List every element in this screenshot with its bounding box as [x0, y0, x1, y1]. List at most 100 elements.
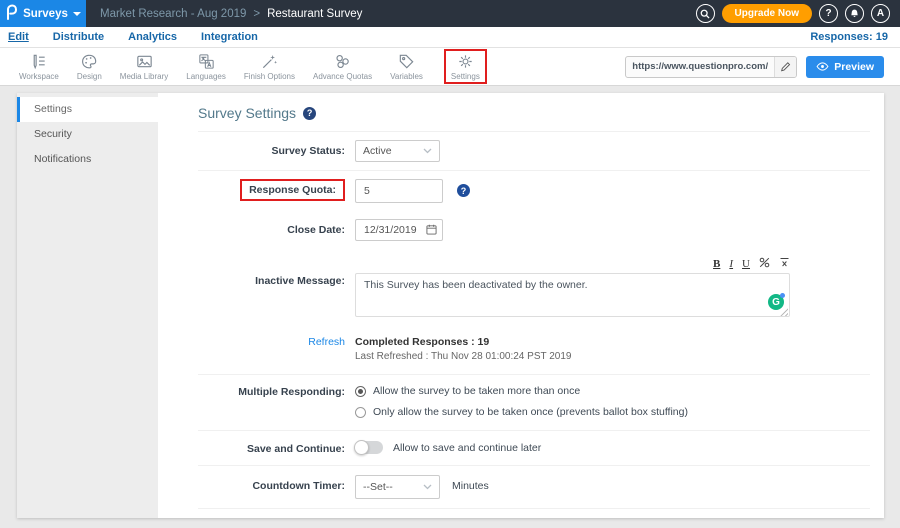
pencil-icon — [780, 61, 791, 72]
radio-selected-icon[interactable] — [355, 386, 366, 397]
toolbar-item-workspace[interactable]: Workspace — [10, 51, 68, 82]
breadcrumb-survey-name: Restaurant Survey — [267, 8, 362, 20]
preview-button[interactable]: Preview — [806, 56, 884, 78]
link-icon — [759, 257, 770, 268]
sidebar-item-notifications[interactable]: Notifications — [17, 147, 158, 172]
edit-url-button[interactable] — [774, 57, 796, 77]
inactive-message-row: Inactive Message: B I U — [198, 249, 870, 328]
upgrade-now-button[interactable]: Upgrade Now — [722, 4, 812, 23]
tab-integration[interactable]: Integration — [201, 31, 258, 43]
questionpro-logo-icon — [5, 4, 18, 23]
survey-url-input[interactable] — [626, 57, 774, 77]
breadcrumb-separator: > — [253, 8, 260, 20]
topbar-actions: Upgrade Now ? A — [696, 4, 890, 23]
tag-icon — [397, 52, 416, 71]
product-label: Surveys — [23, 8, 68, 20]
breadcrumb-folder[interactable]: Market Research - Aug 2019 — [100, 8, 246, 20]
notifications-button[interactable] — [845, 4, 864, 23]
countdown-timer-select[interactable]: --Set-- — [355, 475, 440, 499]
remove-format-icon — [779, 257, 790, 268]
chevron-down-icon — [73, 12, 81, 16]
italic-button[interactable]: I — [729, 259, 733, 270]
radio-option-once-only[interactable]: Only allow the survey to be taken once (… — [355, 406, 688, 418]
linked-rings-icon — [333, 52, 352, 71]
red-highlight-box: Response Quota: — [240, 179, 345, 201]
inactive-message-label: Inactive Message: — [198, 257, 345, 287]
top-navbar: Surveys Market Research - Aug 2019 > Res… — [0, 0, 900, 27]
response-quota-row: Response Quota: ? — [198, 171, 870, 211]
survey-status-select[interactable]: Active — [355, 140, 440, 162]
image-icon — [135, 52, 154, 71]
close-date-label: Close Date: — [198, 219, 345, 236]
sidebar-item-settings[interactable]: Settings — [17, 97, 158, 122]
page-title: Survey Settings — [198, 105, 296, 121]
close-date-row: Close Date: — [198, 211, 870, 249]
toolbar-item-variables[interactable]: Variables — [381, 51, 432, 82]
settings-card: Settings Security Notifications Survey S… — [17, 93, 884, 518]
breadcrumb: Market Research - Aug 2019 > Restaurant … — [100, 8, 362, 20]
toolbar-item-languages[interactable]: Languages — [177, 51, 235, 82]
edit-toolbar: Workspace Design Media Library Languages… — [0, 48, 900, 86]
toolbar-item-media-library[interactable]: Media Library — [111, 51, 177, 82]
save-and-continue-row: Save and Continue: Allow to save and con… — [198, 431, 870, 466]
response-quota-input[interactable] — [355, 179, 443, 203]
title-help-icon[interactable]: ? — [303, 107, 316, 120]
workspace-icon — [29, 52, 48, 71]
main-tabbar: Edit Distribute Analytics Integration Re… — [0, 27, 900, 48]
gear-icon — [456, 52, 475, 71]
translate-icon — [197, 52, 216, 71]
eye-icon — [816, 62, 829, 71]
underline-button[interactable]: U — [742, 259, 750, 270]
last-refreshed-text: Last Refreshed : Thu Nov 28 01:00:24 PST… — [355, 351, 571, 362]
save-and-continue-text: Allow to save and continue later — [393, 442, 541, 454]
chevron-down-icon — [423, 484, 432, 490]
toolbar-item-design[interactable]: Design — [68, 51, 111, 82]
page-background: Settings Security Notifications Survey S… — [0, 86, 900, 528]
search-button[interactable] — [696, 4, 715, 23]
response-quota-label: Response Quota: — [198, 179, 345, 201]
bold-button[interactable]: B — [713, 259, 720, 270]
calendar-icon[interactable] — [426, 224, 437, 238]
remove-format-button[interactable] — [779, 257, 790, 271]
settings-content: Survey Settings ? Survey Status: Active … — [158, 93, 884, 518]
minutes-suffix: Minutes — [452, 475, 489, 492]
inactive-message-textarea[interactable]: This Survey has been deactivated by the … — [355, 273, 790, 317]
quota-help-icon[interactable]: ? — [457, 184, 470, 197]
toolbar-item-advance-quotas[interactable]: Advance Quotas — [304, 51, 381, 82]
account-avatar[interactable]: A — [871, 4, 890, 23]
tab-edit[interactable]: Edit — [8, 31, 29, 43]
seo-row: SEO: Allow search engine indexing — [198, 509, 870, 518]
bell-icon — [849, 8, 860, 19]
save-and-continue-label: Save and Continue: — [198, 441, 345, 455]
palette-icon — [80, 52, 99, 71]
countdown-timer-row: Countdown Timer: --Set-- Minutes — [198, 466, 870, 509]
radio-option-multiple-allowed[interactable]: Allow the survey to be taken more than o… — [355, 385, 688, 397]
rich-text-toolbar: B I U — [355, 257, 790, 271]
countdown-timer-label: Countdown Timer: — [198, 475, 345, 492]
grammarly-icon[interactable]: G — [768, 294, 784, 310]
sidebar-item-security[interactable]: Security — [17, 122, 158, 147]
help-button[interactable]: ? — [819, 4, 838, 23]
multiple-responding-row: Multiple Responding: Allow the survey to… — [198, 375, 870, 431]
refresh-link[interactable]: Refresh — [198, 336, 345, 348]
survey-status-label: Survey Status: — [198, 140, 345, 157]
responses-count[interactable]: Responses: 19 — [810, 31, 888, 43]
grammarly-notification-dot — [780, 293, 785, 298]
multiple-responding-label: Multiple Responding: — [198, 385, 345, 398]
search-icon — [700, 9, 710, 19]
chevron-down-icon — [423, 148, 432, 154]
settings-sidebar: Settings Security Notifications — [17, 93, 158, 518]
survey-url-box — [625, 56, 797, 78]
toolbar-item-settings[interactable]: Settings — [444, 49, 487, 84]
tab-analytics[interactable]: Analytics — [128, 31, 177, 43]
link-button[interactable] — [759, 257, 770, 271]
tab-distribute[interactable]: Distribute — [53, 31, 104, 43]
refresh-row: Refresh Completed Responses : 19 Last Re… — [198, 328, 870, 375]
survey-status-row: Survey Status: Active — [198, 132, 870, 171]
radio-unselected-icon[interactable] — [355, 407, 366, 418]
magic-wand-icon — [260, 52, 279, 71]
save-and-continue-toggle[interactable] — [355, 441, 383, 454]
toolbar-item-finish-options[interactable]: Finish Options — [235, 51, 304, 82]
surveys-menu[interactable]: Surveys — [0, 0, 86, 27]
completed-responses-text: Completed Responses : 19 — [355, 336, 571, 348]
